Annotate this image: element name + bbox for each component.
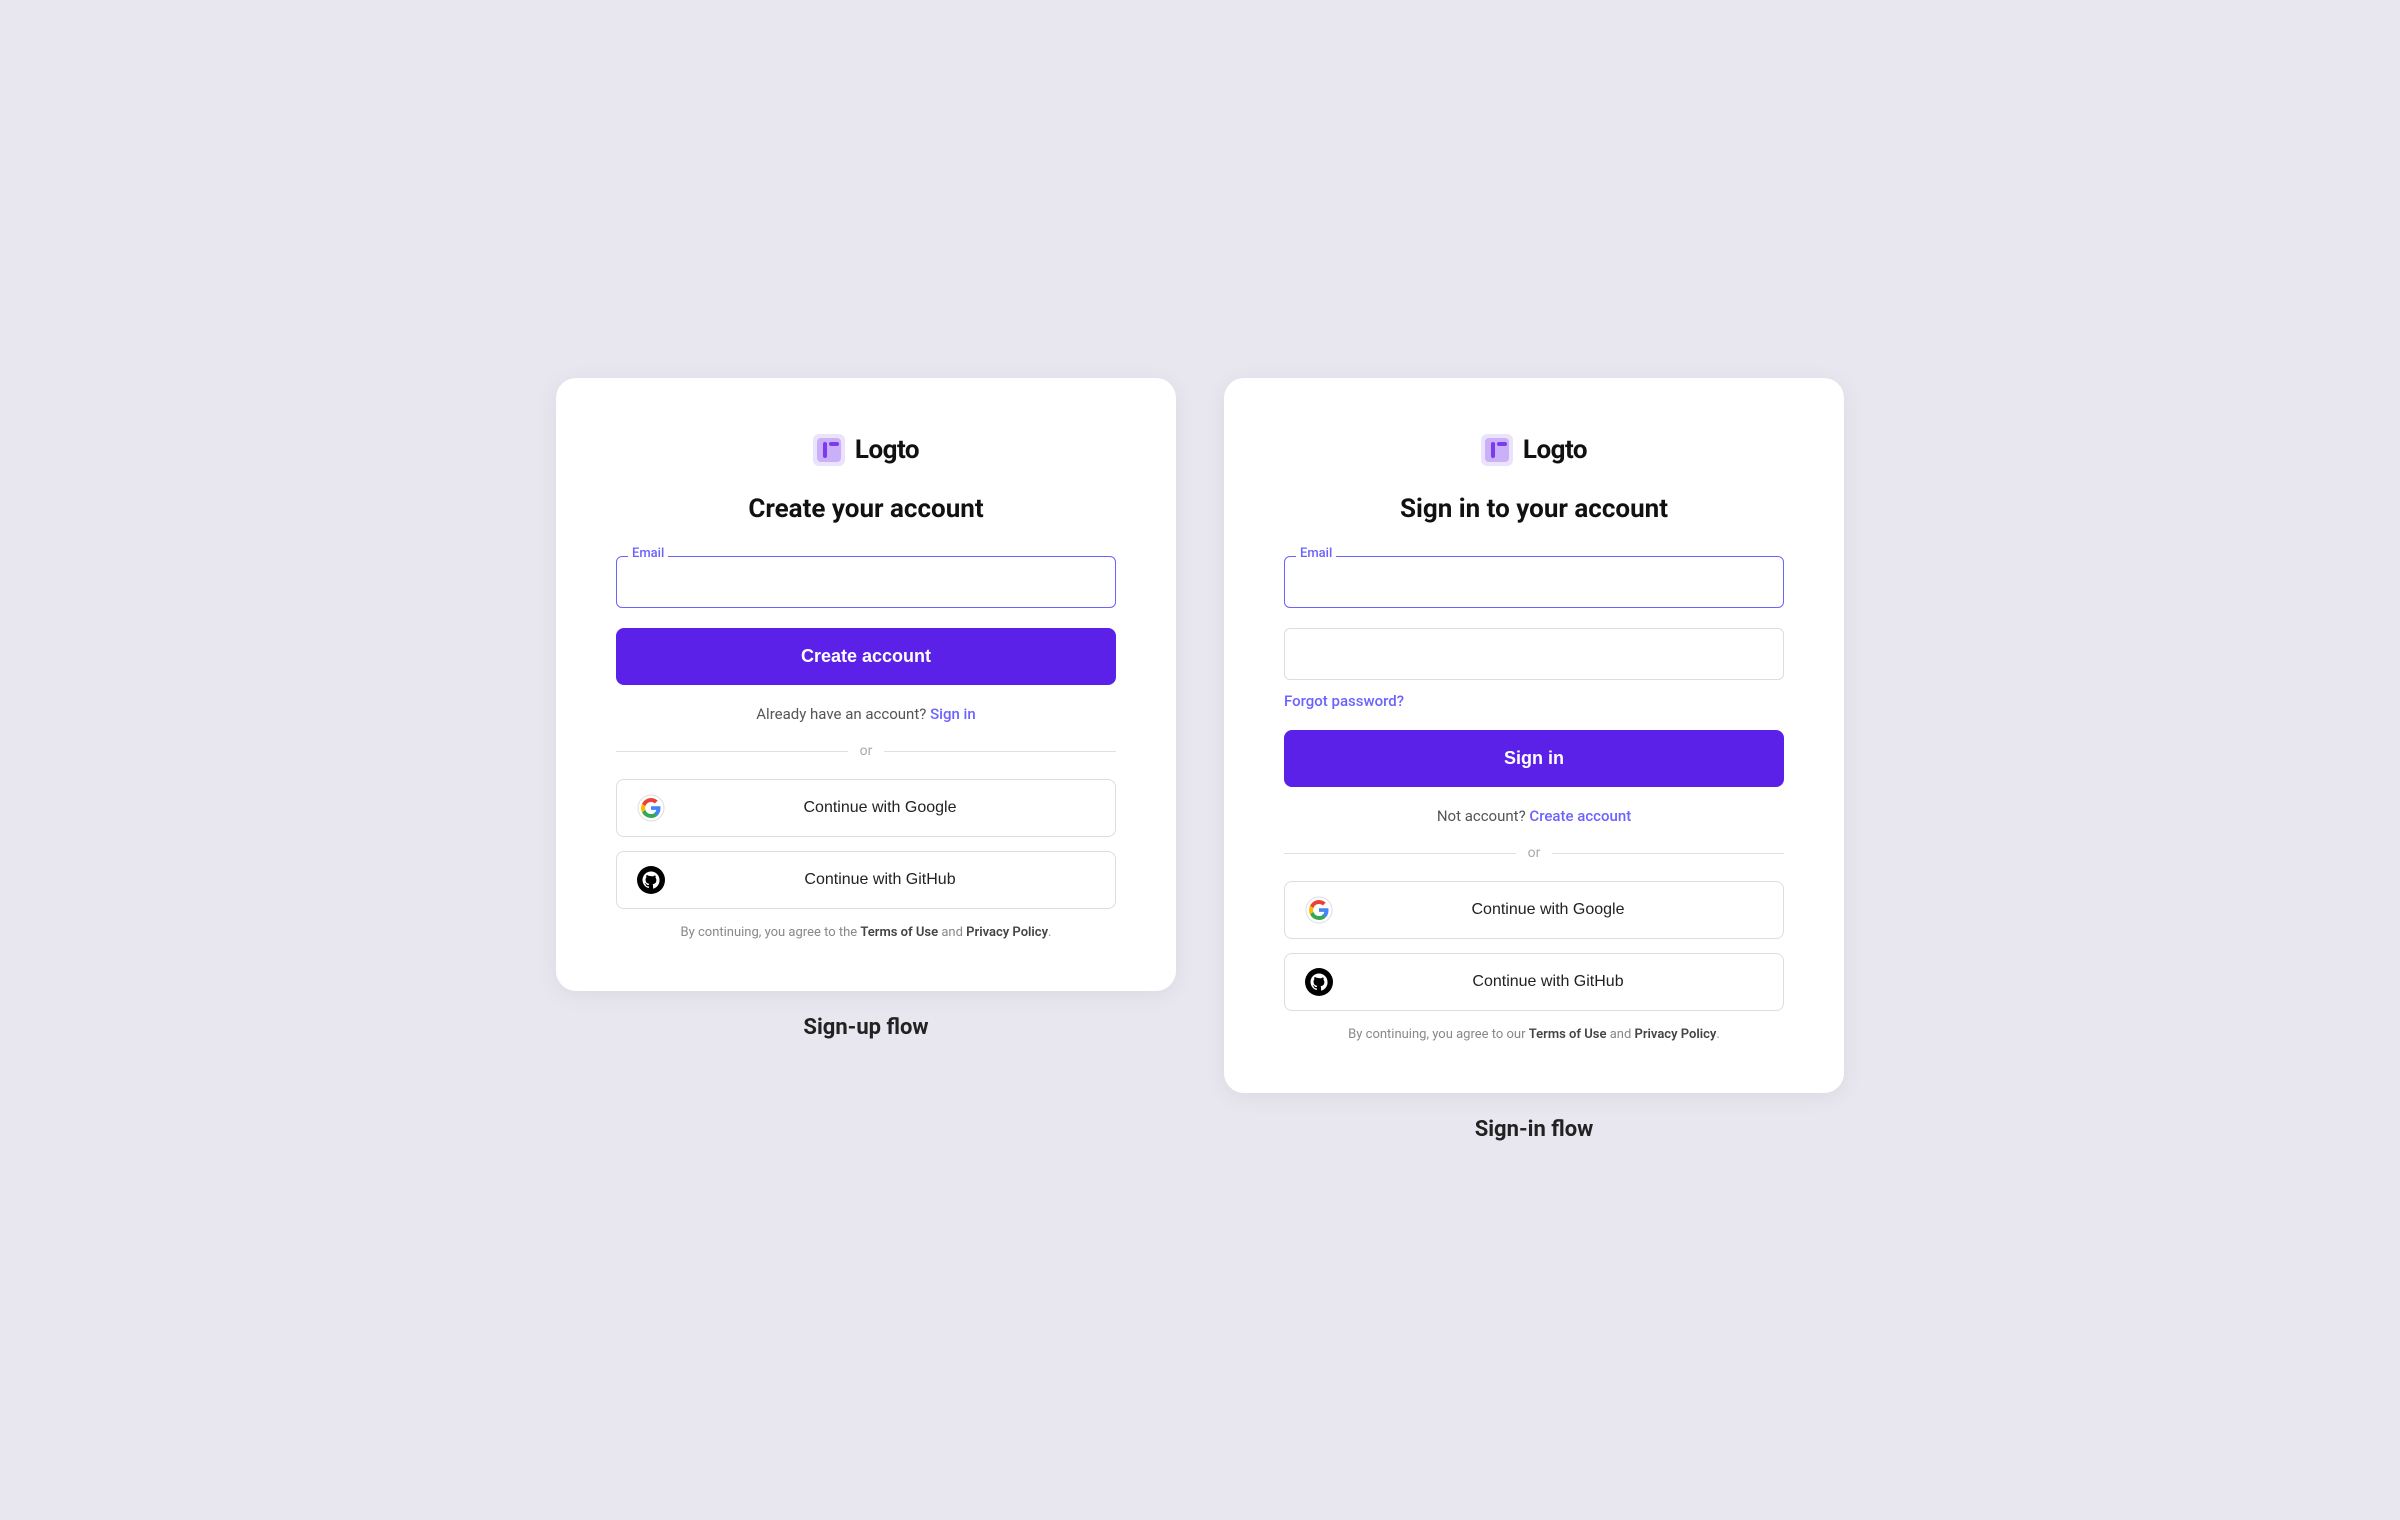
flows-container: Logto Create your account Email Create a… [500,378,1900,1142]
signin-flow-wrapper: Logto Sign in to your account Email Forg… [1224,378,1844,1142]
github-icon-signin [1305,968,1333,996]
signin-button[interactable]: Sign in [1284,730,1784,787]
signin-email-group: Email [1284,556,1784,608]
signin-flow-label: Sign-in flow [1475,1117,1594,1142]
signup-signin-prompt: Already have an account? Sign in [616,705,1116,723]
signup-terms-text: By continuing, you agree to the Terms of… [616,923,1116,943]
signin-terms-link[interactable]: Terms of Use [1529,1027,1607,1042]
forgot-password-link[interactable]: Forgot password? [1284,692,1784,710]
signup-flow-label: Sign-up flow [803,1015,928,1040]
signin-divider: or [1284,845,1784,861]
google-icon [637,794,665,822]
signup-divider: or [616,743,1116,759]
signin-google-button[interactable]: Continue with Google [1284,881,1784,939]
signin-google-label: Continue with Google [1333,901,1763,919]
signup-logo-area: Logto [616,434,1116,466]
signup-title: Create your account [616,494,1116,524]
signin-email-label: Email [1296,546,1336,561]
signin-logo-area: Logto [1284,434,1784,466]
signup-logo-text: Logto [855,435,919,465]
signup-google-button[interactable]: Continue with Google [616,779,1116,837]
github-icon [637,866,665,894]
signin-create-prompt: Not account? Create account [1284,807,1784,825]
signup-privacy-link[interactable]: Privacy Policy [966,925,1048,940]
signup-card: Logto Create your account Email Create a… [556,378,1176,991]
signin-card: Logto Sign in to your account Email Forg… [1224,378,1844,1093]
signin-privacy-link[interactable]: Privacy Policy [1635,1027,1717,1042]
signin-create-link[interactable]: Create account [1529,807,1631,825]
signin-terms-text: By continuing, you agree to our Terms of… [1284,1025,1784,1045]
signup-signin-link[interactable]: Sign in [930,705,976,723]
signin-github-button[interactable]: Continue with GitHub [1284,953,1784,1011]
signin-email-input[interactable] [1284,556,1784,608]
signin-logo-text: Logto [1523,435,1587,465]
signin-github-label: Continue with GitHub [1333,973,1763,991]
signin-title: Sign in to your account [1284,494,1784,524]
signin-password-input[interactable] [1284,628,1784,680]
signup-google-label: Continue with Google [665,799,1095,817]
signup-email-group: Email [616,556,1116,608]
google-icon-signin [1305,896,1333,924]
signup-email-label: Email [628,546,668,561]
signup-flow-wrapper: Logto Create your account Email Create a… [556,378,1176,1040]
signin-password-group [1284,628,1784,680]
create-account-button[interactable]: Create account [616,628,1116,685]
logto-logo-icon [813,434,845,466]
signup-github-label: Continue with GitHub [665,871,1095,889]
signup-email-input[interactable] [616,556,1116,608]
logto-logo-icon-signin [1481,434,1513,466]
signup-terms-link[interactable]: Terms of Use [860,925,938,940]
signup-github-button[interactable]: Continue with GitHub [616,851,1116,909]
